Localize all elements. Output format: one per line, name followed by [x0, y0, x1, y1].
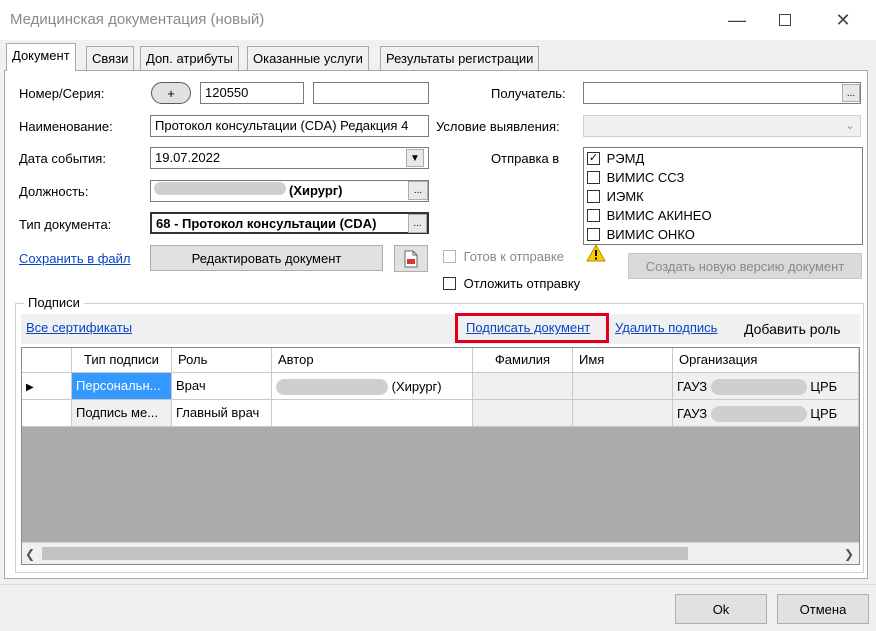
document-save-icon — [404, 250, 418, 267]
date-value: 19.07.2022 — [155, 150, 221, 165]
minimize-button[interactable]: — — [714, 6, 760, 34]
table-cell[interactable]: Персональн... — [72, 373, 172, 400]
tab-registration-results[interactable]: Результаты регистрации — [380, 46, 540, 70]
signatures-group-label: Подписи — [24, 295, 84, 310]
column-header[interactable]: Имя — [573, 348, 673, 373]
tab-services[interactable]: Оказанные услуги — [247, 46, 369, 70]
name-label: Наименование: — [19, 119, 113, 134]
recipient-input[interactable] — [583, 82, 861, 104]
send-option-iemk[interactable]: ИЭМК — [587, 188, 644, 204]
ellipsis-icon: ... — [846, 87, 856, 99]
ellipsis-icon: ... — [413, 185, 423, 196]
recipient-select-button[interactable]: ... — [842, 84, 860, 102]
table-cell-author[interactable] — [272, 400, 473, 427]
checkbox[interactable] — [587, 190, 600, 204]
row-pointer-icon: ▶ — [26, 382, 34, 393]
column-header[interactable]: Роль — [172, 348, 272, 373]
chevron-down-icon: ⌄ — [845, 118, 856, 132]
ellipsis-icon: ... — [413, 218, 422, 229]
window-title: Медицинская документация (новый) — [10, 11, 265, 28]
checkbox[interactable] — [443, 277, 456, 291]
scrollbar-thumb[interactable] — [42, 547, 688, 560]
sign-document-link[interactable]: Подписать документ — [466, 320, 590, 335]
tab-document[interactable]: Документ — [6, 43, 76, 71]
checkbox[interactable] — [587, 228, 600, 242]
series-input[interactable] — [313, 82, 429, 104]
scroll-right-icon[interactable]: ❯ — [844, 547, 854, 561]
create-new-version-button[interactable]: Создать новую версию документ — [628, 253, 862, 279]
checkbox[interactable] — [587, 171, 600, 185]
dropdown-arrow-icon[interactable]: ▼ — [406, 149, 424, 167]
warning-icon — [586, 244, 606, 262]
send-option-remd[interactable]: ✓ РЭМД — [587, 150, 644, 166]
checkbox[interactable] — [587, 209, 600, 223]
number-label: Номер/Серия: — [19, 86, 105, 101]
table-cell-organization[interactable]: ГАУЗ ЦРБ — [673, 400, 859, 427]
delete-signature-link[interactable]: Удалить подпись — [615, 320, 717, 335]
horizontal-scrollbar[interactable]: ❮ ❯ — [22, 542, 859, 564]
edit-document-button[interactable]: Редактировать документ — [150, 245, 383, 271]
send-option-vimis-akineo[interactable]: ВИМИС АКИНЕО — [587, 207, 712, 223]
position-value: (Хирург) — [289, 183, 343, 198]
redacted-name — [154, 182, 286, 195]
send-option-vimis-ssz[interactable]: ВИМИС ССЗ — [587, 169, 684, 185]
doctype-label: Тип документа: — [19, 217, 112, 232]
position-label: Должность: — [19, 184, 89, 199]
condition-select[interactable] — [583, 115, 861, 137]
ok-button[interactable]: Ok — [675, 594, 767, 624]
signatures-toolbar — [21, 314, 860, 344]
table-cell[interactable] — [573, 373, 673, 400]
column-header[interactable]: Тип подписи — [72, 348, 172, 373]
table-cell[interactable]: Врач — [172, 373, 272, 400]
column-header[interactable]: Автор — [272, 348, 473, 373]
table-cell[interactable] — [473, 400, 573, 427]
maximize-button[interactable] — [762, 6, 808, 34]
tab-links[interactable]: Связи — [86, 46, 135, 70]
scroll-left-icon[interactable]: ❮ — [25, 547, 35, 561]
all-certificates-link[interactable]: Все сертификаты — [26, 320, 132, 335]
send-option-vimis-onko[interactable]: ВИМИС ОНКО — [587, 226, 695, 242]
date-picker[interactable]: 19.07.2022 — [150, 147, 429, 169]
add-role-button[interactable]: Добавить роль — [744, 321, 841, 337]
table-cell-organization[interactable]: ГАУЗ ЦРБ — [673, 373, 859, 400]
row-header[interactable] — [22, 400, 72, 427]
cancel-button[interactable]: Отмена — [777, 594, 869, 624]
redacted-name — [710, 405, 807, 422]
row-header-corner — [22, 348, 72, 373]
table-cell[interactable] — [573, 400, 673, 427]
table-cell-author[interactable]: (Хирург) — [272, 373, 473, 400]
signatures-table[interactable]: Тип подписи Роль Автор Фамилия Имя Орган… — [21, 347, 860, 565]
ready-to-send-checkbox[interactable]: Готов к отправке — [443, 248, 564, 264]
condition-label: Условие выявления: — [436, 119, 560, 134]
table-cell[interactable] — [473, 373, 573, 400]
table-cell[interactable]: Главный врач — [172, 400, 272, 427]
table-cell[interactable]: Подпись ме... — [72, 400, 172, 427]
recipient-label: Получатель: — [491, 86, 566, 101]
tab-extra-attributes[interactable]: Доп. атрибуты — [140, 46, 239, 70]
checkbox-checked[interactable]: ✓ — [587, 152, 600, 166]
add-number-button[interactable]: + — [151, 82, 191, 104]
send-to-label: Отправка в — [491, 151, 560, 166]
row-header[interactable]: ▶ — [22, 373, 72, 400]
checkbox[interactable] — [443, 250, 456, 264]
redacted-name — [710, 378, 807, 395]
number-input[interactable]: 120550 — [200, 82, 304, 104]
close-icon: ✕ — [835, 9, 851, 30]
redacted-name — [276, 378, 388, 395]
column-header[interactable]: Организация — [673, 348, 859, 373]
save-to-file-link[interactable]: Сохранить в файл — [19, 251, 131, 266]
column-header[interactable]: Фамилия — [473, 348, 573, 373]
close-button[interactable]: ✕ — [820, 6, 866, 34]
postpone-send-checkbox[interactable]: Отложить отправку — [443, 275, 580, 291]
position-select-button[interactable]: ... — [408, 181, 428, 200]
doctype-select-button[interactable]: ... — [408, 214, 427, 233]
minimize-icon: — — [728, 9, 746, 30]
maximize-icon — [779, 14, 791, 26]
date-label: Дата события: — [19, 151, 106, 166]
save-document-button[interactable] — [394, 245, 428, 272]
doctype-field: 68 - Протокол консультации (CDA) — [150, 212, 429, 234]
name-input[interactable]: Протокол консультации (CDA) Редакция 4 — [150, 115, 429, 137]
